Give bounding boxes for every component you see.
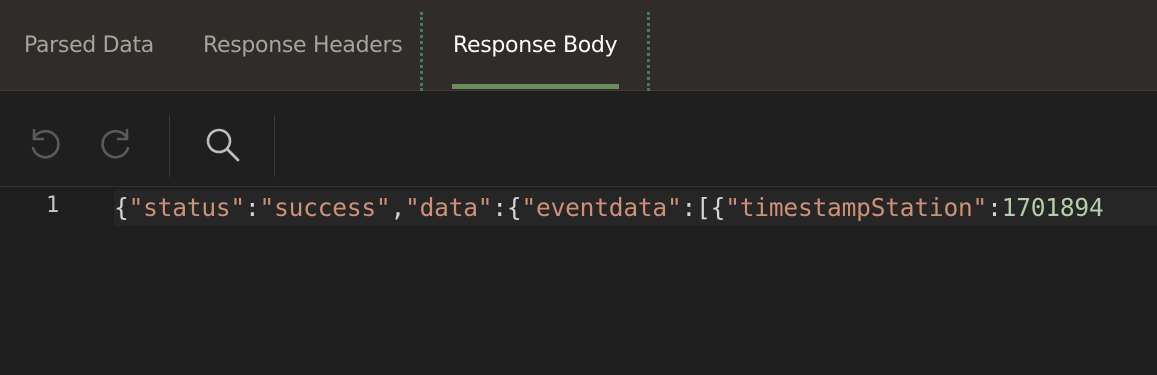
toolbar-separator <box>274 115 275 177</box>
code-token: { <box>114 193 129 222</box>
code-token: , <box>390 193 406 222</box>
code-token: :[{ <box>681 193 726 222</box>
tab-parsed-data[interactable]: Parsed Data <box>24 0 154 91</box>
search-icon <box>206 128 240 162</box>
code-token: "status" <box>128 193 246 222</box>
redo-icon <box>101 128 130 159</box>
undo-icon <box>31 128 60 159</box>
code-token: : <box>987 193 1002 222</box>
code-token: "eventdata" <box>521 193 682 222</box>
search-button[interactable] <box>202 124 242 164</box>
code-token: "success" <box>259 193 391 222</box>
code-line[interactable]: {"status":"success","data":{"eventdata":… <box>114 191 1104 225</box>
undo-button[interactable] <box>25 124 65 164</box>
editor-toolbar <box>0 91 1157 187</box>
toolbar-separator <box>169 115 170 177</box>
line-number: 1 <box>46 193 60 218</box>
tab-response-body[interactable]: Response Body <box>453 0 618 91</box>
code-token: 1701894 <box>1001 193 1104 222</box>
tab-bar: Parsed Data Response Headers Response Bo… <box>0 0 1157 91</box>
tab-divider <box>647 12 650 91</box>
redo-button[interactable] <box>96 124 136 164</box>
code-token: : <box>244 193 260 222</box>
code-token: "data" <box>405 193 493 222</box>
tab-divider <box>420 12 423 91</box>
code-token: :{ <box>492 193 522 222</box>
active-tab-underline <box>452 84 619 89</box>
tab-response-headers[interactable]: Response Headers <box>203 0 403 91</box>
code-token: "timestampStation" <box>725 193 988 222</box>
